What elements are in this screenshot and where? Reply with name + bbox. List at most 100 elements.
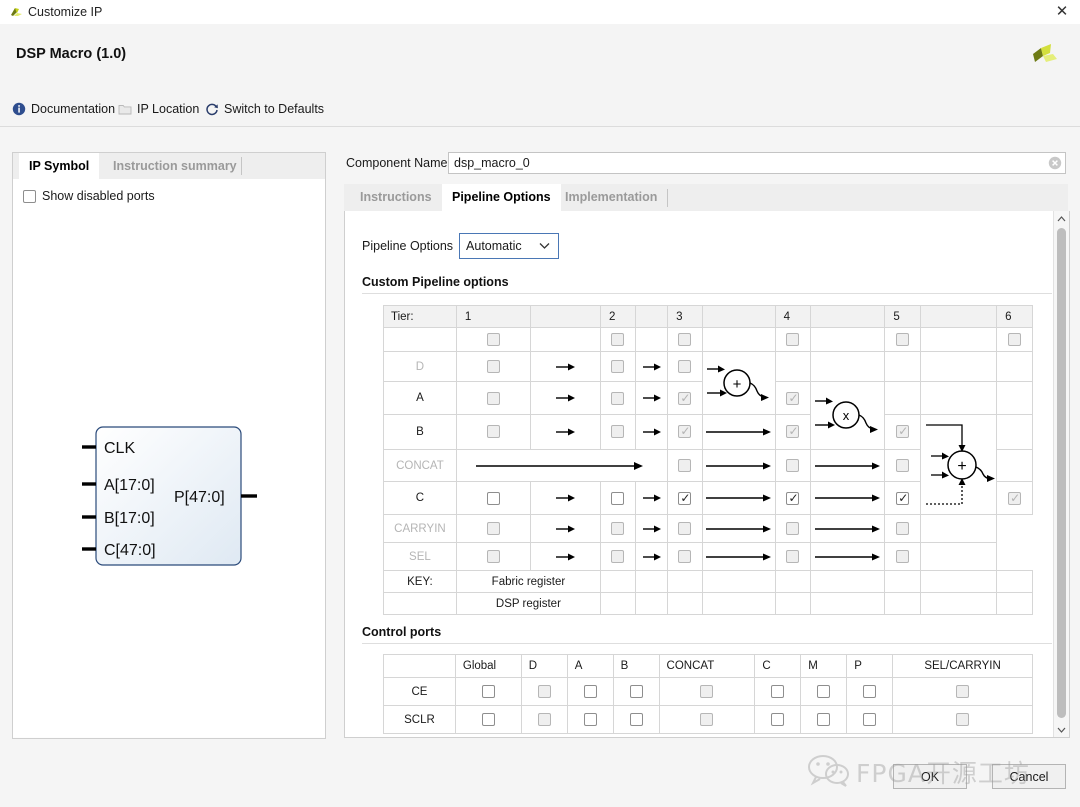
checkbox[interactable]: [486, 360, 500, 373]
checkbox[interactable]: [486, 425, 500, 439]
tab-ip-symbol[interactable]: IP Symbol: [19, 153, 100, 180]
cb-sel-t3[interactable]: [667, 542, 703, 571]
ce-p-cell[interactable]: [846, 677, 894, 706]
custom-pipeline-table[interactable]: Tier: 1 2 3 4 5 6 D + A ✓ ✓ x B ✓ ✓ ✓ + …: [383, 305, 1033, 615]
cb-carryin-t4[interactable]: [774, 514, 812, 543]
pipeline-options-select[interactable]: Automatic: [459, 233, 560, 259]
sclr-concat-cell[interactable]: [658, 705, 756, 734]
ce-c-cell[interactable]: [754, 677, 802, 706]
ip-location-link[interactable]: IP Location: [118, 100, 199, 118]
cb-a-t3[interactable]: ✓: [667, 381, 703, 415]
sclr-sel-carryin-cell[interactable]: [892, 705, 1033, 734]
checkbox[interactable]: [786, 550, 800, 563]
cb-concat-t5[interactable]: [884, 448, 922, 483]
checkbox[interactable]: [700, 713, 714, 726]
sclr-c-cell[interactable]: [754, 705, 802, 734]
checkbox[interactable]: [486, 550, 500, 563]
ce-d-cell[interactable]: [520, 677, 568, 706]
ce-a-cell[interactable]: [566, 677, 614, 706]
cb-global-t6[interactable]: [996, 327, 1033, 352]
checkbox[interactable]: [611, 391, 625, 405]
show-disabled-ports-box[interactable]: [23, 189, 36, 203]
checkbox[interactable]: [678, 333, 692, 346]
checkbox[interactable]: [486, 522, 500, 535]
cb-c-t2[interactable]: [600, 481, 636, 515]
sclr-global-cell[interactable]: [454, 705, 522, 734]
tab-instructions[interactable]: Instructions: [350, 184, 442, 211]
cb-c-t1[interactable]: [455, 481, 531, 515]
checkbox[interactable]: [486, 391, 500, 405]
ce-global-cell[interactable]: [454, 677, 522, 706]
close-icon[interactable]: ✕: [1053, 3, 1071, 21]
checkbox[interactable]: ✓: [786, 425, 800, 439]
cb-d-t1[interactable]: [455, 351, 531, 382]
documentation-link[interactable]: Documentation: [12, 100, 115, 118]
checkbox[interactable]: ✓: [896, 425, 910, 439]
cb-sel-t5[interactable]: [884, 542, 922, 571]
checkbox[interactable]: ✓: [678, 491, 692, 505]
cb-carryin-t3[interactable]: [667, 514, 703, 543]
checkbox[interactable]: [786, 522, 800, 535]
cb-carryin-t5[interactable]: [884, 514, 922, 543]
cb-c-t5[interactable]: ✓: [884, 481, 922, 515]
component-name-input[interactable]: [448, 152, 1066, 174]
cb-c-t3[interactable]: ✓: [667, 481, 703, 515]
sclr-a-cell[interactable]: [566, 705, 614, 734]
checkbox[interactable]: [611, 333, 625, 346]
checkbox[interactable]: [896, 550, 910, 563]
checkbox[interactable]: [481, 685, 495, 698]
checkbox[interactable]: [896, 333, 910, 346]
cb-a-t1[interactable]: [455, 381, 531, 415]
sclr-b-cell[interactable]: [612, 705, 660, 734]
checkbox[interactable]: [583, 713, 597, 726]
scroll-up-arrow-icon[interactable]: [1054, 211, 1069, 226]
checkbox[interactable]: [863, 713, 877, 726]
checkbox[interactable]: ✓: [786, 391, 800, 405]
checkbox[interactable]: [481, 713, 495, 726]
cb-sel-t1[interactable]: [455, 542, 531, 571]
cancel-button[interactable]: Cancel: [992, 764, 1066, 789]
cb-b-t1[interactable]: [455, 414, 531, 450]
sclr-p-cell[interactable]: [846, 705, 894, 734]
checkbox[interactable]: [486, 333, 500, 346]
checkbox[interactable]: [611, 360, 625, 373]
checkbox[interactable]: ✓: [678, 391, 692, 405]
checkbox[interactable]: [817, 713, 831, 726]
checkbox[interactable]: [1008, 333, 1022, 346]
cb-global-t5[interactable]: [884, 327, 922, 352]
cb-b-t2[interactable]: [600, 414, 636, 450]
checkbox[interactable]: [629, 685, 643, 698]
cb-concat-t3[interactable]: [667, 448, 703, 483]
checkbox[interactable]: [956, 685, 970, 698]
cb-a-t2[interactable]: [600, 381, 636, 415]
cb-b-t3[interactable]: ✓: [667, 414, 703, 450]
cb-b-t4[interactable]: ✓: [774, 414, 812, 450]
cb-b-t5[interactable]: ✓: [884, 414, 922, 450]
ok-button[interactable]: OK: [893, 764, 967, 789]
checkbox[interactable]: [956, 713, 970, 726]
checkbox[interactable]: [537, 713, 551, 726]
scroll-down-arrow-icon[interactable]: [1054, 722, 1069, 737]
checkbox[interactable]: [896, 522, 910, 535]
checkbox[interactable]: [678, 459, 692, 473]
scrollbar-thumb[interactable]: [1057, 228, 1066, 718]
checkbox[interactable]: ✓: [678, 425, 692, 439]
cb-global-t3[interactable]: [667, 327, 703, 352]
cb-global-t1[interactable]: [455, 327, 531, 352]
checkbox[interactable]: ✓: [896, 491, 910, 505]
cb-a-t4[interactable]: ✓: [774, 381, 812, 415]
show-disabled-ports-checkbox[interactable]: Show disabled ports: [23, 189, 155, 203]
clear-circle-icon[interactable]: [1048, 156, 1062, 170]
tab-instruction-summary[interactable]: Instruction summary: [103, 153, 247, 179]
switch-to-defaults-link[interactable]: Switch to Defaults: [205, 100, 324, 118]
checkbox[interactable]: [611, 425, 625, 439]
checkbox[interactable]: [786, 333, 800, 346]
sclr-d-cell[interactable]: [520, 705, 568, 734]
checkbox[interactable]: [537, 685, 551, 698]
checkbox[interactable]: [771, 685, 785, 698]
control-ports-table[interactable]: Global D A B CONCAT C M P SEL/CARRYIN CE: [383, 654, 1033, 734]
cb-global-t2[interactable]: [600, 327, 636, 352]
checkbox[interactable]: [678, 522, 692, 535]
cb-d-t2[interactable]: [600, 351, 636, 382]
checkbox[interactable]: [678, 360, 692, 373]
